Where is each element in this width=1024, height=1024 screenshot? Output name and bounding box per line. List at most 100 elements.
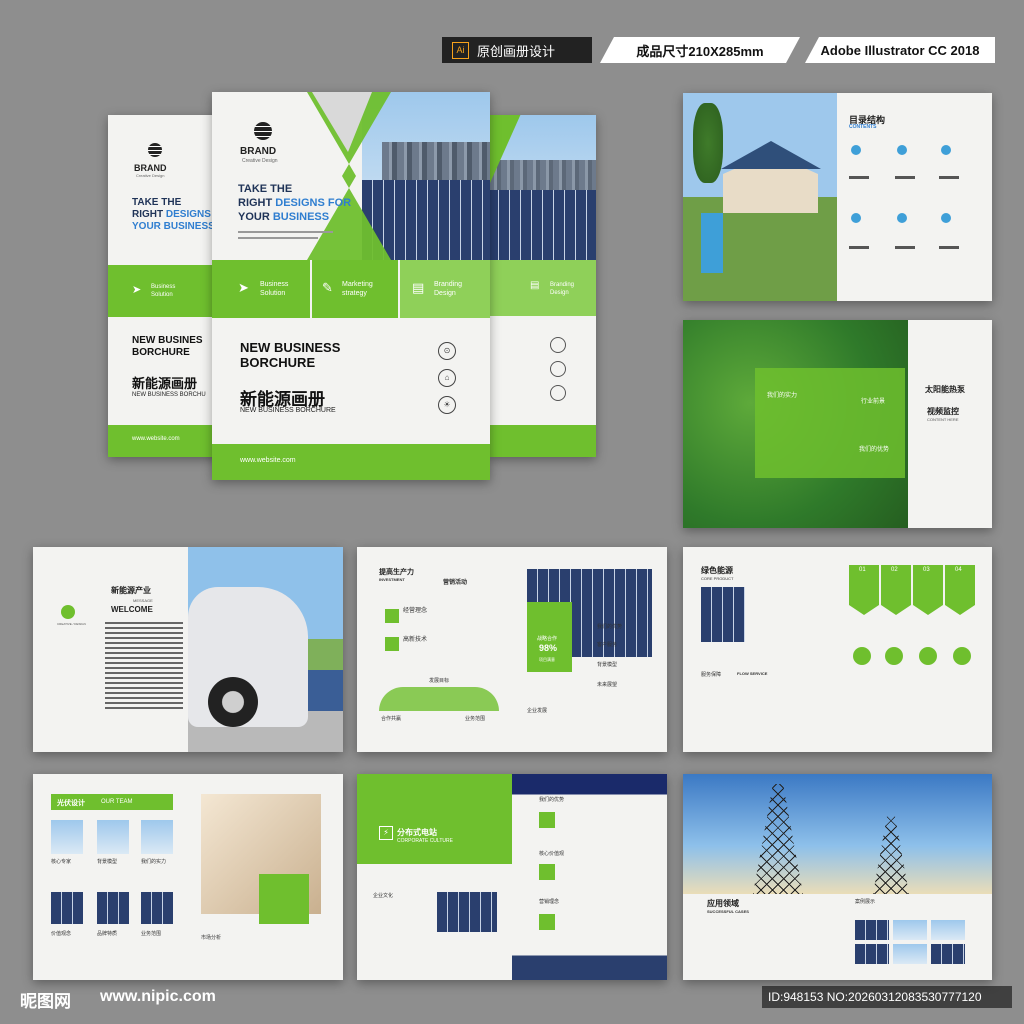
back-subtitle: NEW BUSINESS BORCHU [132, 392, 206, 398]
biz-scope: 业务范围 [465, 716, 486, 722]
cover-title-1: NEW BUSINESS [240, 340, 341, 355]
cover-back-right-photo [488, 115, 596, 260]
cover-feature-3b: Design [434, 290, 456, 297]
cover-back-right: ▤ Branding Design [488, 115, 596, 457]
solar-photo-core [701, 587, 745, 642]
size-tag: 成品尺寸210X285mm [600, 37, 800, 63]
cover-title-2: BORCHURE [240, 355, 316, 370]
step-04: 04 [955, 567, 962, 573]
message-label: MESSAGE [133, 598, 153, 603]
pin-icon: ⊙ [438, 342, 456, 360]
branding-icon-back: ▤ [530, 280, 540, 291]
contents-sub: CONTENTS [849, 124, 877, 130]
biz-philosophy: 经营理念 [403, 608, 428, 614]
cover-brand: BRAND [240, 146, 277, 157]
green-overlay-box [755, 368, 905, 478]
solar-pump-title: 太阳能热泵 [925, 385, 965, 394]
pencil-icon: ✎ [322, 280, 333, 295]
application-field: 应用领域 [707, 899, 739, 908]
back-right-feature-3a: Branding [550, 282, 575, 288]
brand-feature: 品牌特质 [97, 931, 118, 937]
content-here: CONTENT HERE [927, 417, 959, 422]
cover-headline-3: YOUR BUSINESS [238, 210, 351, 224]
brand-sub: Creative Design [136, 173, 165, 178]
solar-column [512, 774, 667, 980]
back-title-cn: 新能源画册 [132, 376, 198, 391]
back-right-circle-1 [550, 337, 566, 353]
cover-headline-1: TAKE THE [238, 183, 293, 195]
bulb-icon: ☀ [438, 396, 456, 414]
cover-feature-1a: Business [260, 281, 289, 288]
cover-front: BRAND Creative Design TAKE THE RIGHT DES… [212, 92, 490, 480]
id-badge: ID:948153 NO:20260312083530777120 [762, 986, 1012, 1008]
coop: 合作共赢 [381, 716, 402, 722]
creative-logo-icon [61, 605, 75, 619]
team-biz-scope: 业务范围 [141, 931, 162, 937]
back-right-circle-2 [550, 361, 566, 377]
core-value: 核心价值观 [539, 851, 565, 857]
culture-advantage: 我们的优势 [539, 797, 565, 803]
spread-team: 光伏设计 OUR TEAM 核心专家 背景模型 我们的实力 价值观念 品牌特质 … [33, 774, 343, 980]
back-feature-1a: Business [151, 284, 176, 290]
spread-culture: ⚡ 分布式电站 CORPORATE CULTURE 企业文化 我们的优势 核心价… [357, 774, 667, 980]
core-expert: 核心专家 [51, 859, 72, 865]
market-analysis: 市场分析 [201, 935, 222, 941]
strategic-coop: 战略合作 [537, 636, 558, 642]
back-right-feature-3b: Design [550, 290, 569, 296]
enterprise-dev: 企业发展 [527, 708, 548, 714]
layers-icon: ▤ [412, 280, 425, 295]
back-feature-1b: Solution [151, 292, 173, 298]
percent: 98% [539, 643, 558, 653]
team-bg-model: 背景模型 [97, 859, 118, 865]
dev-goal: 发展目标 [429, 678, 450, 684]
cover-headline-2: RIGHT DESIGNS FOR [238, 196, 351, 210]
cover-headline-2a: RIGHT [238, 197, 276, 209]
cover-brand-sub: Creative Design [242, 158, 278, 164]
productivity-title: 提高生产力 [379, 569, 414, 576]
our-team: OUR TEAM [101, 799, 133, 805]
invest-our-advantage: 我们的优势 [597, 624, 623, 630]
enterprise-culture: 企业文化 [373, 893, 394, 899]
back-website: www.website.com [132, 436, 180, 442]
corporate-culture: CORPORATE CULTURE [397, 838, 453, 844]
ai-icon: Ai [452, 41, 469, 59]
paper-plane-icon: ➤ [132, 284, 142, 296]
spread-forest: 我们的实力 行业前景 我们的优势 太阳能热泵 视频监控 CONTENT HERE [683, 320, 992, 528]
step-03: 03 [923, 567, 930, 573]
lightning-icon: ⚡ [379, 826, 393, 840]
investment-label: INVESTMENT [379, 577, 405, 582]
pv-design: 光伏设计 [57, 800, 85, 807]
back-headline-2a: RIGHT [132, 209, 166, 220]
value-concept: 价值观念 [51, 931, 72, 937]
bg-model: 背景模型 [597, 662, 618, 668]
cover-feature-1b: Solution [260, 290, 286, 297]
cover-headline-2b: DESIGNS FOR [275, 197, 352, 209]
step-01: 01 [859, 567, 866, 573]
power-tower-photo [683, 774, 992, 894]
brand-name: BRAND [134, 163, 167, 173]
culture-banner [357, 774, 512, 864]
spread-investment: 提高生产力 INVESTMENT 营销活动 经营理念 高新技术 发展目标 合作共… [357, 547, 667, 752]
ev-car-photo [188, 547, 343, 752]
marketing-idea: 营销理念 [539, 899, 560, 905]
cover-feature-2a: Marketing [342, 281, 373, 288]
ne-industry-title: 新能源产业 [111, 586, 151, 595]
creative-design: CREATIVE / DESIGN [57, 622, 86, 626]
spread-cases: 应用领域 SUCCESSFUL CASES 案例展示 [683, 774, 992, 980]
header-bar-original: Ai 原创画册设计 [442, 37, 592, 63]
marketing-label: 营销活动 [443, 580, 468, 586]
size-label: 成品尺寸210X285mm [636, 43, 764, 59]
software-label: Adobe Illustrator CC 2018 [820, 42, 980, 58]
forest-advantage: 我们的优势 [859, 447, 890, 453]
back-right-footer [488, 425, 596, 457]
team-strength: 我们的实力 [141, 859, 167, 865]
forest-strength: 我们的实力 [767, 393, 798, 399]
nipic-url: www.nipic.com [100, 988, 216, 1005]
cover-headline-3a: YOUR [238, 211, 273, 223]
service-guarantee: 服务保障 [701, 672, 722, 678]
customer-service: 客户服务 [597, 642, 618, 648]
spread-contents: 目录结构 CONTENTS [683, 93, 992, 301]
id-text: ID:948153 NO:20260312083530777120 [768, 990, 982, 1004]
original-label: 原创画册设计 [477, 43, 556, 59]
software-tag: Adobe Illustrator CC 2018 [805, 37, 995, 63]
